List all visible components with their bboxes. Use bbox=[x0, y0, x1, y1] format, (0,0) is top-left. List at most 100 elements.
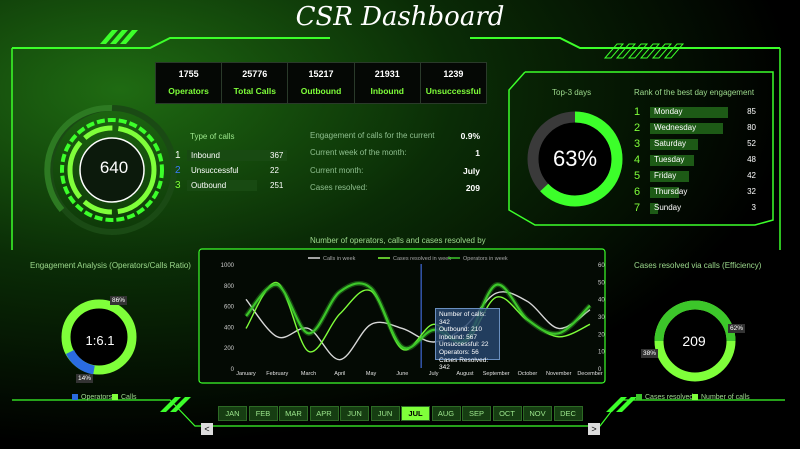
legend-cases-resolved: Cases resolved bbox=[636, 394, 693, 401]
month-button-aug[interactable]: AUG bbox=[431, 406, 461, 421]
kpi-label: Unsuccessful bbox=[425, 86, 482, 96]
rank-day: Thursday bbox=[654, 187, 688, 196]
tooltip-line: Number of calls: 342 bbox=[439, 311, 486, 326]
engagement-row: Current month: July bbox=[310, 166, 480, 178]
engagement-ratio: 1:6.1 bbox=[85, 333, 115, 348]
kpi-value: 25776 bbox=[242, 69, 268, 79]
rank-number: 4 bbox=[634, 154, 641, 166]
type-row-value: 367 bbox=[270, 151, 284, 160]
y-tick-label: 600 bbox=[224, 305, 235, 311]
engagement-pct-calls: 86% bbox=[110, 296, 128, 305]
month-button-jun[interactable]: JUN bbox=[340, 406, 369, 421]
rank-row: 7 Sunday 3 bbox=[634, 202, 756, 216]
x-tick-label: March bbox=[301, 371, 316, 377]
x-tick-label: January bbox=[236, 371, 256, 377]
x-tick-label: August bbox=[456, 371, 474, 377]
y-tick-label: 800 bbox=[224, 284, 235, 290]
rank-number: 3 bbox=[634, 138, 641, 150]
efficiency-value: 209 bbox=[682, 333, 706, 349]
x-tick-label: September bbox=[483, 371, 510, 377]
type-row-number: 3 bbox=[175, 180, 181, 191]
y-tick-label: 1000 bbox=[221, 263, 235, 269]
rank-number: 5 bbox=[634, 170, 641, 182]
engagement-label: Current week of the month: bbox=[310, 148, 407, 157]
type-row-unsuccessful: 2 Unsuccessful 22 bbox=[175, 165, 315, 177]
month-button-sep[interactable]: SEP bbox=[462, 406, 491, 421]
legend-swatch bbox=[72, 394, 78, 401]
x-tick-label: February bbox=[266, 371, 288, 377]
engagement-value: July bbox=[462, 166, 480, 176]
kpi-label: Inbound bbox=[370, 86, 404, 96]
legend-swatch bbox=[636, 394, 642, 401]
tooltip-line: Unsuccessful: 22 bbox=[439, 341, 489, 349]
kpi-label: Outbound bbox=[300, 86, 342, 96]
type-of-calls-title: Type of calls bbox=[190, 132, 235, 141]
type-row-inbound: 1 Inbound 367 bbox=[175, 150, 315, 162]
kpi-total-calls: 25776 Total Calls bbox=[222, 63, 289, 103]
x-tick-label: October bbox=[518, 371, 538, 377]
rank-value: 3 bbox=[751, 203, 756, 212]
rank-day: Sunday bbox=[654, 203, 682, 212]
legend-swatch bbox=[112, 394, 118, 401]
kpi-label: Operators bbox=[168, 86, 209, 96]
prev-button[interactable]: < bbox=[201, 423, 213, 435]
y2-tick-label: 60 bbox=[598, 263, 605, 269]
y2-tick-label: 20 bbox=[598, 332, 605, 338]
month-button-jan[interactable]: JAN bbox=[218, 406, 247, 421]
y-tick-label: 400 bbox=[224, 325, 235, 331]
rank-day: Wednesday bbox=[654, 123, 697, 132]
legend-text: Cases resolved in week bbox=[393, 256, 451, 262]
efficiency-pct-resolved: 38% bbox=[641, 349, 659, 358]
x-tick-label: April bbox=[334, 371, 345, 377]
rank-number: 7 bbox=[634, 202, 641, 214]
engagement-analysis-title: Engagement Analysis (Operators/Calls Rat… bbox=[30, 261, 191, 270]
chart-tooltip: Number of calls: 342 Outbound: 210 Inbou… bbox=[435, 308, 500, 371]
rank-day: Monday bbox=[654, 107, 683, 116]
kpi-value: 1239 bbox=[443, 69, 464, 79]
month-button-feb[interactable]: FEB bbox=[248, 406, 278, 421]
rank-row: 5 Friday 42 bbox=[634, 170, 756, 184]
engagement-row: Cases resolved: 209 bbox=[310, 183, 480, 195]
x-tick-label: November bbox=[546, 371, 572, 377]
x-tick-label: December bbox=[577, 371, 603, 377]
y2-tick-label: 30 bbox=[598, 315, 605, 321]
engagement-value: 209 bbox=[465, 183, 480, 193]
month-button-mar[interactable]: MAR bbox=[279, 406, 308, 421]
engagement-label: Cases resolved: bbox=[310, 183, 368, 192]
y-tick-label: 200 bbox=[224, 346, 235, 352]
type-row-label: Inbound bbox=[191, 151, 220, 160]
legend-label: Number of calls bbox=[701, 394, 750, 401]
kpi-outbound: 15217 Outbound bbox=[288, 63, 355, 103]
month-button-jun[interactable]: JUN bbox=[370, 406, 400, 421]
legend-operators: Operators bbox=[72, 394, 112, 401]
rank-day: Friday bbox=[654, 171, 677, 180]
month-button-jul[interactable]: JUL bbox=[401, 406, 430, 421]
engagement-label: Current month: bbox=[310, 166, 364, 175]
legend-label: Cases resolved bbox=[645, 394, 694, 401]
kpi-value: 1755 bbox=[178, 69, 199, 79]
rank-number: 2 bbox=[634, 122, 641, 134]
rank-day: Tuesday bbox=[654, 155, 685, 164]
efficiency-title: Cases resolved via calls (Efficiency) bbox=[634, 261, 762, 270]
rank-value: 52 bbox=[747, 139, 756, 148]
main-gauge-value: 640 bbox=[99, 158, 129, 177]
rank-value: 85 bbox=[747, 107, 756, 116]
tooltip-line: Operators: 56 bbox=[439, 348, 479, 356]
month-button-dec[interactable]: DEC bbox=[553, 406, 583, 421]
month-button-oct[interactable]: OCT bbox=[492, 406, 522, 421]
month-button-apr[interactable]: APR bbox=[309, 406, 339, 421]
rank-value: 42 bbox=[747, 171, 756, 180]
engagement-row: Current week of the month: 1 bbox=[310, 148, 480, 160]
month-button-nov[interactable]: NOV bbox=[523, 406, 552, 421]
engagement-value: 1 bbox=[475, 148, 480, 158]
rank-number: 1 bbox=[634, 106, 641, 118]
chart-title: Number of operators, calls and cases res… bbox=[310, 236, 486, 245]
next-button[interactable]: > bbox=[588, 423, 600, 435]
rank-title: Rank of the best day engagement bbox=[634, 88, 755, 97]
x-tick-label: June bbox=[396, 371, 408, 377]
legend-text: Calls in week bbox=[323, 256, 356, 262]
engagement-label: Engagement of calls for the current bbox=[310, 131, 435, 140]
page-title: CSR Dashboard bbox=[295, 2, 505, 32]
legend-label: Calls bbox=[121, 394, 137, 401]
top3-value: 63% bbox=[552, 146, 598, 171]
